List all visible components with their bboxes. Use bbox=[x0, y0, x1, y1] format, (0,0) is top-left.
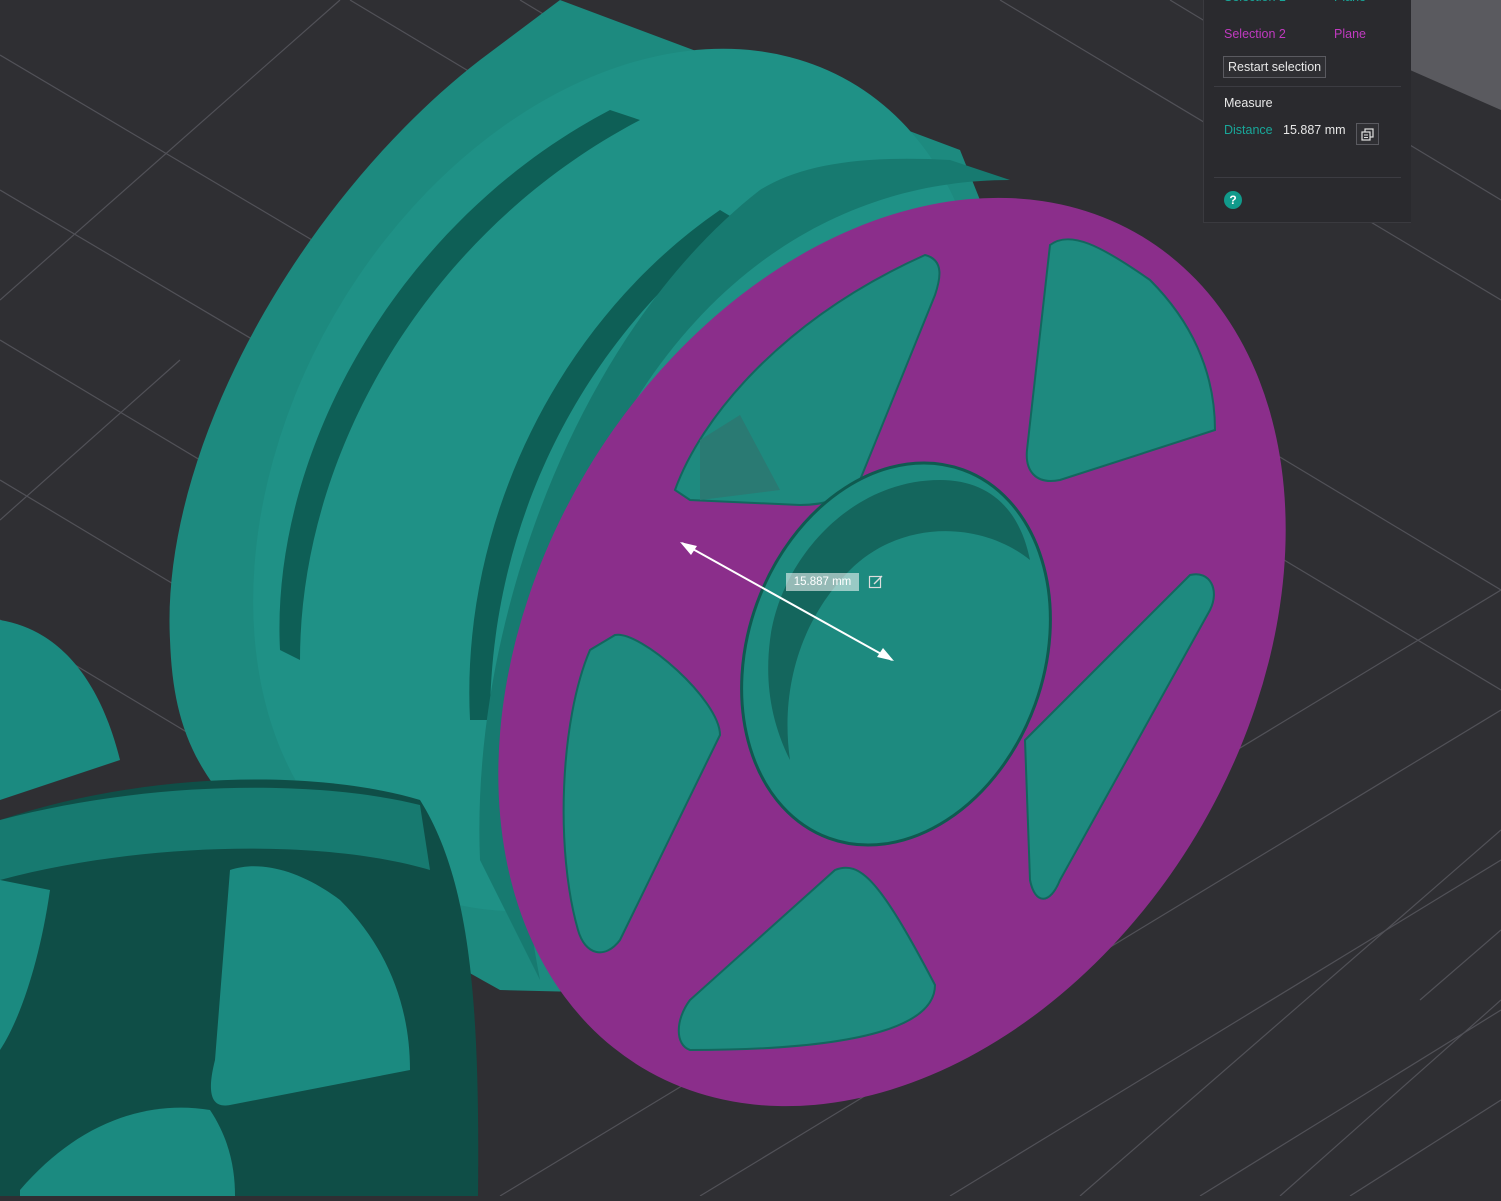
edit-icon[interactable] bbox=[866, 572, 886, 592]
selection-2-row: Selection 2 Plane bbox=[1224, 27, 1394, 45]
distance-value: 15.887 mm bbox=[1283, 123, 1346, 137]
selection-2-type: Plane bbox=[1334, 27, 1366, 41]
selection-2-label: Selection 2 bbox=[1224, 27, 1286, 41]
divider bbox=[1214, 86, 1401, 87]
selection-1-row: Selection 1 Plane bbox=[1224, 0, 1394, 8]
background-block bbox=[1410, 0, 1501, 110]
selection-1-label: Selection 1 bbox=[1224, 0, 1334, 8]
divider bbox=[1214, 177, 1401, 178]
measure-panel: Selection 1 Plane Selection 2 Plane Rest… bbox=[1203, 0, 1411, 223]
selection-1-type: Plane bbox=[1334, 0, 1366, 8]
measure-title: Measure bbox=[1224, 96, 1273, 110]
help-icon[interactable]: ? bbox=[1224, 191, 1242, 209]
restart-selection-button[interactable]: Restart selection bbox=[1223, 56, 1327, 78]
distance-label: Distance bbox=[1224, 123, 1273, 137]
copy-icon[interactable] bbox=[1356, 123, 1379, 145]
dimension-label: 15.887 mm bbox=[786, 573, 859, 591]
